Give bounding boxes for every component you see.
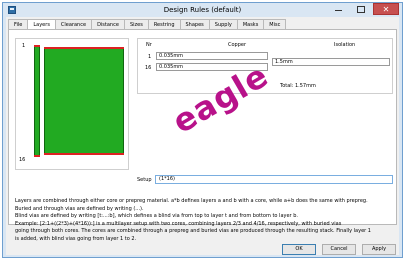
help-line-5: going through both cores. The cores are …	[15, 228, 371, 234]
dialog-body: File Layers Clearance Distance Sizes Res…	[6, 17, 399, 255]
help-line-3: Blind vias are defined by writing [t:...…	[15, 213, 298, 219]
row-nr-16: 16	[145, 65, 152, 71]
bottom-layer-number: 16	[19, 157, 26, 163]
close-icon: ✕	[382, 5, 390, 14]
help-line-4: Example: [2:1+((2*3)+(4*16)):] is a mult…	[15, 220, 342, 227]
via-bar	[34, 45, 40, 157]
copper-header: Copper	[228, 42, 247, 48]
setup-input[interactable]: (1*16)	[155, 175, 393, 184]
core-top-copper	[44, 47, 124, 49]
cancel-button[interactable]: Cancel	[322, 244, 356, 255]
layer-stack-preview: 1 16	[15, 38, 129, 170]
total-thickness: Total: 1.57mm	[280, 83, 316, 89]
minimize-button[interactable]	[329, 3, 349, 15]
title-bar[interactable]: Design Rules (default) ✕	[3, 3, 402, 17]
help-line-2: Buried and through vias are defined by w…	[15, 205, 144, 212]
core-bottom-copper	[44, 153, 124, 155]
isolation-field[interactable]: 1.5mm	[272, 58, 390, 66]
ok-button[interactable]: OK	[282, 244, 316, 255]
help-line-6: is added, with blind vias going from lay…	[15, 235, 137, 242]
apply-button[interactable]: Apply	[362, 244, 396, 255]
maximize-button[interactable]	[351, 3, 371, 15]
row-nr-1: 1	[148, 54, 152, 60]
via-bottom-cap	[34, 155, 40, 157]
nr-header: Nr	[146, 42, 152, 48]
core-layer[interactable]	[44, 47, 124, 155]
via-top-cap	[34, 45, 40, 47]
help-line-1: Layers are combined through either core …	[15, 198, 368, 204]
isolation-header: Isolation	[334, 42, 356, 48]
setup-label: Setup	[137, 177, 152, 183]
help-text: Layers are combined through either core …	[15, 198, 395, 243]
close-button[interactable]: ✕	[373, 3, 399, 15]
top-layer-number: 1	[22, 43, 26, 49]
